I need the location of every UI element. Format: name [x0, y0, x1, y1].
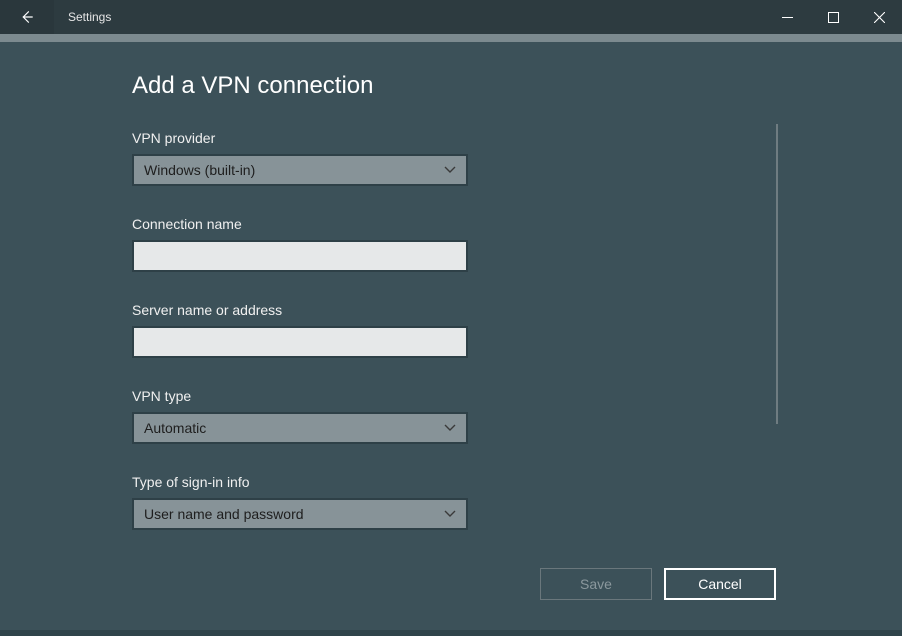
form-panel: Add a VPN connection VPN provider Window…: [132, 72, 468, 530]
window-title: Settings: [54, 0, 764, 34]
page-title: Add a VPN connection: [132, 72, 468, 100]
vpn-provider-label: VPN provider: [132, 130, 468, 146]
signin-type-dropdown[interactable]: User name and password: [132, 498, 468, 530]
maximize-button[interactable]: [810, 0, 856, 34]
signin-type-value: User name and password: [144, 506, 304, 522]
chevron-down-icon: [444, 164, 456, 176]
back-button[interactable]: [0, 0, 54, 34]
window-controls: [764, 0, 902, 34]
vpn-type-dropdown[interactable]: Automatic: [132, 412, 468, 444]
connection-name-label: Connection name: [132, 216, 468, 232]
titlebar: Settings: [0, 0, 902, 34]
close-icon: [874, 12, 885, 23]
server-input[interactable]: [132, 326, 468, 358]
signin-type-label: Type of sign-in info: [132, 474, 468, 490]
divider-top: [0, 34, 902, 42]
cancel-button[interactable]: Cancel: [664, 568, 776, 600]
minimize-button[interactable]: [764, 0, 810, 34]
field-server: Server name or address: [132, 302, 468, 358]
save-button[interactable]: Save: [540, 568, 652, 600]
connection-name-input[interactable]: [132, 240, 468, 272]
minimize-icon: [782, 12, 793, 23]
server-label: Server name or address: [132, 302, 468, 318]
vpn-provider-dropdown[interactable]: Windows (built-in): [132, 154, 468, 186]
field-vpn-type: VPN type Automatic: [132, 388, 468, 444]
field-connection-name: Connection name: [132, 216, 468, 272]
vpn-type-label: VPN type: [132, 388, 468, 404]
field-vpn-provider: VPN provider Windows (built-in): [132, 130, 468, 186]
content-area: Add a VPN connection VPN provider Window…: [0, 44, 902, 636]
field-signin-type: Type of sign-in info User name and passw…: [132, 474, 468, 530]
vpn-type-value: Automatic: [144, 420, 206, 436]
vpn-provider-value: Windows (built-in): [144, 162, 255, 178]
divider-bottom: [0, 630, 902, 636]
scrollbar-vertical[interactable]: [776, 124, 778, 424]
chevron-down-icon: [444, 422, 456, 434]
arrow-left-icon: [18, 8, 36, 26]
close-button[interactable]: [856, 0, 902, 34]
maximize-icon: [828, 12, 839, 23]
footer-buttons: Save Cancel: [540, 568, 776, 600]
chevron-down-icon: [444, 508, 456, 520]
save-button-label: Save: [580, 576, 612, 592]
cancel-button-label: Cancel: [698, 576, 742, 592]
